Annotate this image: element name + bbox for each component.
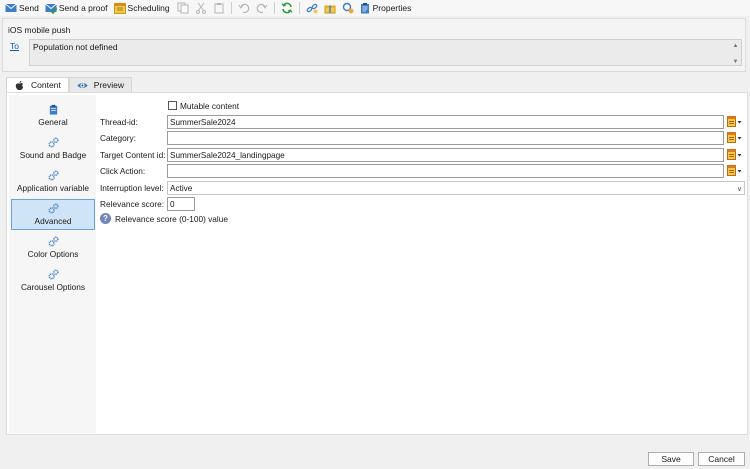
category-input[interactable]: [167, 131, 724, 145]
clipboard-icon: [49, 104, 57, 115]
eye-icon: [77, 82, 88, 88]
population-field[interactable]: Population not defined ▲ ▼: [29, 39, 742, 66]
edit-expression-icon: [727, 165, 742, 176]
chevron-down-icon: ∨: [736, 186, 742, 193]
sidebar-item-label: Carousel Options: [20, 282, 86, 292]
sidebar-item-advanced[interactable]: Advanced: [11, 199, 95, 230]
undo-icon[interactable]: [238, 2, 250, 14]
interruption-level-label: Interruption level:: [100, 183, 164, 193]
approval-icon[interactable]: [342, 2, 354, 14]
save-button[interactable]: Save: [648, 452, 694, 466]
edit-expression-icon: [727, 132, 742, 143]
calendar-icon: [113, 3, 126, 14]
sidebar-item-label: General: [38, 117, 68, 127]
apple-icon: [15, 80, 24, 90]
gears-icon: [48, 137, 58, 148]
tab-preview[interactable]: Preview: [68, 77, 133, 92]
properties-button[interactable]: Properties: [357, 1, 414, 15]
mutable-content-label: Mutable content: [180, 101, 240, 111]
sidebar-item-label: Color Options: [27, 249, 79, 259]
gears-icon: [48, 203, 58, 214]
sidebar-item-sound-and-badge[interactable]: Sound and Badge: [11, 133, 95, 164]
envelope-check-icon: [45, 3, 57, 14]
toolbar: Send Send a proof Scheduling Properties: [0, 0, 750, 16]
relevance-score-label: Relevance score:: [100, 199, 165, 209]
edit-expression-icon: [727, 149, 742, 160]
gears-icon: [48, 269, 58, 280]
toolbar-divider: [298, 2, 300, 14]
paste-icon[interactable]: [213, 2, 225, 14]
toolbar-divider: [273, 2, 275, 14]
send-proof-button[interactable]: Send a proof: [43, 1, 110, 15]
target-content-id-edit-button[interactable]: [727, 149, 742, 161]
gears-icon: [48, 236, 58, 247]
interruption-level-select[interactable]: Active ∨: [167, 181, 745, 195]
sidebar-item-label: Application variable: [17, 183, 89, 193]
cut-icon[interactable]: [195, 2, 207, 14]
clipboard-icon: [360, 3, 369, 14]
click-action-edit-button[interactable]: [727, 165, 742, 177]
gears-icon: [48, 170, 58, 181]
refresh-icon[interactable]: [281, 2, 293, 14]
population-scrollbar[interactable]: ▲ ▼: [731, 42, 740, 65]
sidebar-item-color-options[interactable]: Color Options: [11, 232, 95, 263]
tab-preview-label: Preview: [93, 80, 125, 90]
redo-icon[interactable]: [256, 2, 268, 14]
tab-content[interactable]: Content: [6, 77, 69, 92]
delivery-header: iOS mobile push To Population not define…: [2, 18, 746, 72]
properties-label: Properties: [372, 3, 412, 13]
to-link[interactable]: To: [10, 41, 19, 51]
scheduling-label: Scheduling: [127, 3, 170, 13]
target-content-id-label: Target Content id:: [100, 150, 166, 160]
sidebar-item-application-variable[interactable]: Application variable: [11, 166, 95, 197]
category-edit-button[interactable]: [727, 132, 742, 144]
thread-id-label: Thread-id:: [100, 117, 138, 127]
click-action-input[interactable]: [167, 164, 724, 178]
gift-icon[interactable]: [324, 2, 336, 14]
delivery-title: iOS mobile push: [8, 25, 71, 35]
interruption-level-value: Active: [170, 184, 193, 193]
target-content-id-input[interactable]: SummerSale2024_landingpage: [167, 148, 724, 162]
tab-bar: Content Preview: [6, 77, 133, 92]
relevance-score-help: Relevance score (0-100) value: [115, 214, 228, 224]
send-button[interactable]: Send: [3, 1, 41, 15]
sidebar-item-label: Sound and Badge: [19, 150, 87, 160]
click-action-label: Click Action:: [100, 166, 146, 176]
envelope-icon: [5, 3, 17, 12]
toolbar-divider: [230, 2, 232, 14]
cancel-button[interactable]: Cancel: [698, 452, 745, 466]
send-proof-label: Send a proof: [58, 3, 108, 13]
sidebar-item-carousel-options[interactable]: Carousel Options: [11, 265, 95, 296]
content-panel: General Sound and Badge Application vari…: [6, 92, 748, 435]
tab-content-label: Content: [31, 80, 61, 90]
mutable-content-checkbox[interactable]: [168, 101, 177, 110]
sidebar-item-general[interactable]: General: [11, 100, 95, 131]
thread-id-input[interactable]: SummerSale2024: [167, 115, 724, 129]
copy-icon[interactable]: [177, 2, 189, 14]
sidebar-item-label: Advanced: [34, 216, 72, 226]
question-icon: ?: [100, 213, 111, 224]
thread-id-edit-button[interactable]: [727, 116, 742, 128]
sidebar: General Sound and Badge Application vari…: [9, 95, 96, 433]
send-label: Send: [19, 3, 39, 13]
population-text: Population not defined: [33, 42, 118, 52]
relevance-score-input[interactable]: 0: [167, 197, 195, 211]
link-icon[interactable]: [306, 2, 318, 14]
category-label: Category:: [100, 133, 136, 143]
edit-expression-icon: [727, 116, 742, 127]
scheduling-button[interactable]: Scheduling: [112, 1, 172, 15]
